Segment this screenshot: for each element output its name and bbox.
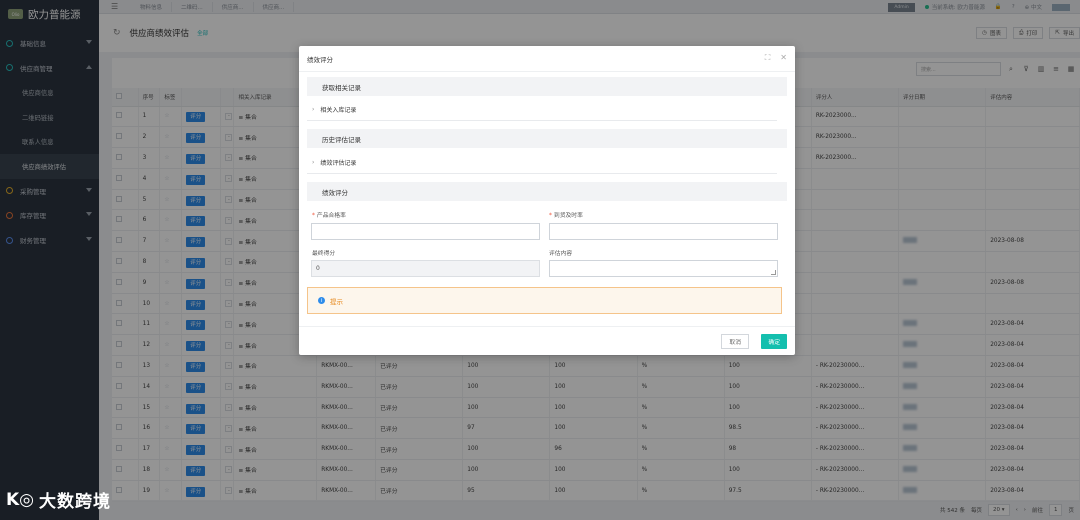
tip-text: 提示 [330,297,343,306]
quality-rate-input[interactable] [311,223,540,240]
collapse-label: 绩效评估记录 [320,160,357,167]
close-icon[interactable]: ✕ [780,53,787,63]
collapse-inbound-records[interactable]: › 相关入库记录 [307,99,777,121]
performance-score-dialog: 绩效评分 ⛶ ✕ 获取相关记录 › 相关入库记录 历史评估记录 › 绩效评估记录… [299,46,795,355]
dialog-header: 绩效评分 ⛶ ✕ [299,46,795,72]
collapse-history-records[interactable]: › 绩效评估记录 [307,152,777,174]
section-fetch-records: 获取相关记录 [307,77,787,96]
eval-content-textarea[interactable] [549,260,778,277]
fullscreen-icon[interactable]: ⛶ [765,53,771,63]
dialog-title: 绩效评分 [307,55,333,64]
watermark-text: 大数跨境 [39,492,112,512]
section-score: 绩效评分 [307,182,787,201]
watermark-logo-icon: K◎ [6,489,35,510]
label-quality-rate: * 产品合格率 [312,213,346,219]
label-eval-content: 评估内容 [549,251,573,257]
final-score-input: 0 [311,260,540,277]
watermark: K◎ 大数跨境 [6,487,112,513]
label-ontime-rate: * 到货及时率 [549,213,583,219]
chevron-right-icon: › [312,159,315,166]
cancel-button[interactable]: 取消 [721,334,749,349]
label-final-score: 最终得分 [312,251,336,257]
ontime-rate-input[interactable] [549,223,778,240]
tip-alert: i 提示 [307,287,782,314]
confirm-button[interactable]: 确定 [761,334,787,349]
info-icon: i [318,297,325,304]
chevron-right-icon: › [312,106,315,113]
collapse-label: 相关入库记录 [320,107,357,114]
dialog-footer: 取消 确定 [299,326,795,355]
section-history: 历史评估记录 [307,129,787,148]
